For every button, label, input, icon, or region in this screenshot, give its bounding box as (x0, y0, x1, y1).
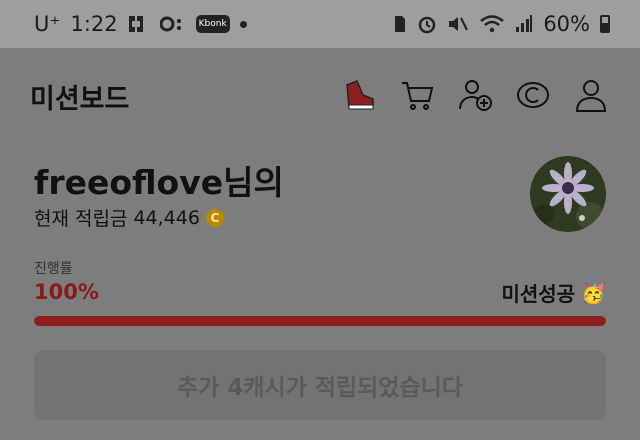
progress-bar (34, 316, 606, 326)
alarm-icon (419, 16, 436, 34)
coin-icon: C (205, 208, 224, 227)
add-friend-icon[interactable] (456, 76, 494, 114)
party-emoji-icon: 🥳 (581, 280, 606, 305)
avatar[interactable] (530, 156, 606, 232)
points-label: 현재 적립금 (34, 208, 128, 230)
header-actions (340, 76, 610, 114)
messenger-icon (159, 16, 181, 32)
mission-status: 미션성공 🥳 (501, 278, 606, 307)
reward-notice: 추가 4캐시가 적립되었습니다 (34, 350, 606, 420)
wifi-icon (480, 15, 505, 33)
mission-status-label: 미션성공 (501, 282, 576, 306)
status-left: U⁺ 1:22 Kbonk (34, 12, 247, 36)
progress-bar-fill (34, 316, 606, 326)
battery-icon (600, 15, 610, 33)
battery-percent: 60% (543, 12, 590, 36)
mission-board-screen: 미션보드 freeoflove님의 현재 적립금 44,446 C 진행률 10… (0, 48, 640, 440)
status-right: 60% (393, 12, 610, 36)
user-name: freeoflove님의 (34, 163, 284, 202)
signal-icon (516, 15, 533, 32)
points-row: 현재 적립금 44,446 C (34, 204, 224, 231)
points-value: 44,446 (133, 206, 200, 229)
flower-avatar-icon (530, 156, 606, 232)
app-header: 미션보드 (30, 76, 610, 116)
progress-percent: 100% (34, 280, 99, 304)
reward-notice-text: 추가 4캐시가 적립되었습니다 (177, 375, 463, 401)
sim-icon (395, 16, 406, 32)
clock: 1:22 (70, 12, 118, 36)
status-bar: U⁺ 1:22 Kbonk 60% (0, 0, 640, 48)
notification-app-icon (128, 16, 143, 32)
running-shoe-icon[interactable] (340, 76, 378, 114)
coin-icon[interactable] (514, 76, 552, 114)
profile-icon[interactable] (572, 76, 610, 114)
progress-label: 진행률 (34, 261, 73, 277)
carrier-label: U⁺ (34, 12, 61, 36)
more-notifications-dot (239, 20, 247, 28)
kbank-icon: Kbonk (195, 15, 230, 33)
page-title: 미션보드 (30, 83, 130, 115)
mute-icon (449, 17, 469, 31)
cart-icon[interactable] (398, 76, 436, 114)
